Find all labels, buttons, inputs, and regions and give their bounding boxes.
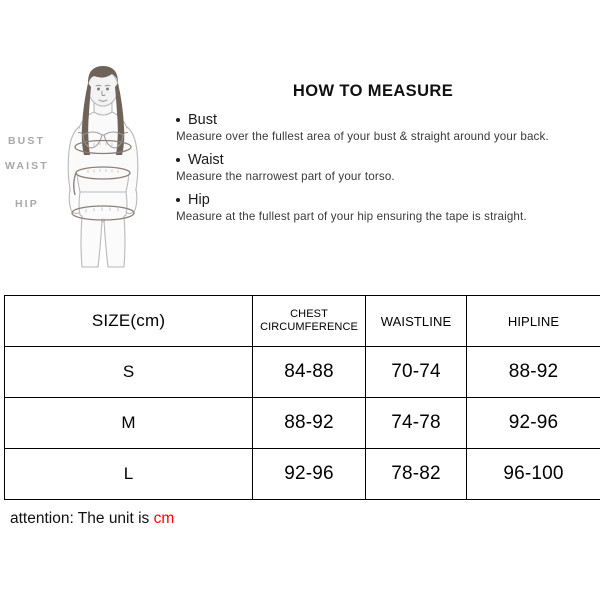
measure-item-hip-description: Measure at the fullest part of your hip …	[176, 210, 527, 223]
attention-note: attention: The unit is cm	[10, 510, 174, 528]
row-m-waist: 74-78	[365, 397, 467, 449]
size-chart-page: BUST WAIST HIP HOW TO MEASURE Bust Measu…	[0, 0, 600, 600]
header-size: SIZE(cm)	[4, 295, 253, 347]
row-s-chest: 84-88	[252, 346, 366, 398]
row-s-waist: 70-74	[365, 346, 467, 398]
measure-item-bust-label: Bust	[188, 112, 218, 128]
bullet-icon	[176, 118, 180, 122]
row-l-hip: 96-100	[466, 448, 600, 500]
header-chest-circumference: CHEST CIRCUMFERENCE	[252, 295, 366, 347]
measure-item-waist-description: Measure the narrowest part of your torso…	[176, 170, 395, 183]
measure-item-bust-heading: Bust	[176, 112, 594, 128]
attention-note-unit: cm	[153, 510, 175, 527]
table-header-row: SIZE(cm) CHEST CIRCUMFERENCE WAISTLINE H…	[4, 295, 600, 347]
row-m-hip: 92-96	[466, 397, 600, 449]
row-l-chest: 92-96	[252, 448, 366, 500]
female-body-measurement-diagram-icon	[67, 66, 139, 268]
how-to-measure-title: HOW TO MEASURE	[292, 82, 454, 100]
row-l-waist: 78-82	[365, 448, 467, 500]
table-row: M 88-92 74-78 92-96	[4, 397, 600, 449]
table-row: S 84-88 70-74 88-92	[4, 346, 600, 398]
bullet-icon	[176, 198, 180, 202]
bullet-icon	[176, 158, 180, 162]
figure-label-bust: BUST	[8, 135, 45, 147]
how-to-measure-section: HOW TO MEASURE Bust Measure over the ful…	[176, 82, 594, 232]
measure-item-bust-description: Measure over the fullest area of your bu…	[176, 130, 549, 143]
measurement-figure-panel: BUST WAIST HIP	[0, 55, 175, 285]
measure-item-waist: Waist Measure the narrowest part of your…	[176, 152, 594, 183]
header-waistline: WAISTLINE	[365, 295, 467, 347]
row-m-size: M	[4, 397, 253, 449]
figure-label-hip: HIP	[15, 198, 39, 210]
header-chest-line1: CHEST	[290, 307, 328, 320]
header-chest-line2: CIRCUMFERENCE	[260, 321, 358, 333]
row-m-chest: 88-92	[252, 397, 366, 449]
measure-item-hip: Hip Measure at the fullest part of your …	[176, 192, 594, 223]
measure-item-hip-heading: Hip	[176, 192, 594, 208]
measure-item-waist-heading: Waist	[176, 152, 594, 168]
header-hipline: HIPLINE	[466, 295, 600, 347]
row-l-size: L	[4, 448, 253, 500]
measure-item-bust: Bust Measure over the fullest area of yo…	[176, 112, 594, 143]
figure-label-waist: WAIST	[5, 160, 49, 172]
table-row: L 92-96 78-82 96-100	[4, 448, 600, 500]
row-s-size: S	[4, 346, 253, 398]
measure-item-waist-label: Waist	[188, 152, 224, 168]
measure-item-hip-label: Hip	[188, 192, 210, 208]
size-chart-table: SIZE(cm) CHEST CIRCUMFERENCE WAISTLINE H…	[4, 295, 600, 500]
attention-note-prefix: attention: The unit is	[10, 510, 154, 527]
row-s-hip: 88-92	[466, 346, 600, 398]
